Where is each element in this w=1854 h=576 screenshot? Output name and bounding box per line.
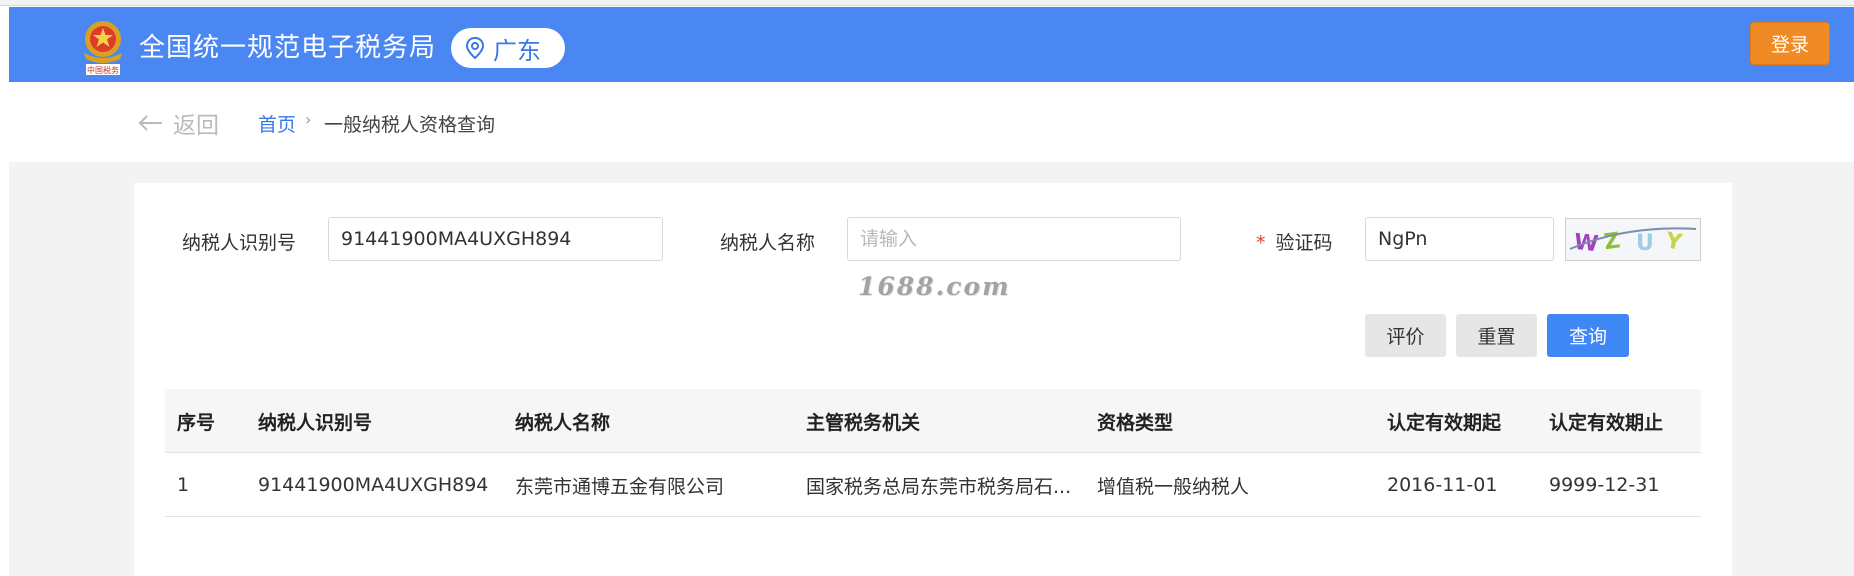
table-cell-taxpayer-name: 东莞市通博五金有限公司 <box>515 475 725 498</box>
column-header: 纳税人识别号 <box>258 411 373 434</box>
table-cell-valid-to: 9999-12-31 <box>1549 474 1660 496</box>
breadcrumb-current-page: 一般纳税人资格查询 <box>324 114 496 136</box>
reset-button[interactable]: 重置 <box>1456 314 1537 357</box>
required-star: * <box>1256 232 1266 254</box>
arrow-left-icon <box>138 115 162 131</box>
top-header: 中国税务 全国统一规范电子税务局 广东 登录 <box>9 7 1854 82</box>
location-pin-icon <box>465 37 485 59</box>
column-header: 认定有效期起 <box>1387 411 1502 434</box>
table-cell-index: 1 <box>177 474 190 496</box>
breadcrumb-home-link[interactable]: 首页 <box>258 110 296 137</box>
breadcrumb-separator: › <box>305 110 312 129</box>
app-title: 全国统一规范电子税务局 <box>139 33 437 63</box>
evaluate-button[interactable]: 评价 <box>1365 314 1446 357</box>
svg-text:Y: Y <box>1663 228 1685 256</box>
table-cell-qualification-type: 增值税一般纳税人 <box>1097 475 1250 498</box>
taxpayer-id-input[interactable] <box>328 217 663 261</box>
svg-text:U: U <box>1636 231 1654 256</box>
back-label: 返回 <box>173 113 219 139</box>
svg-text:中国税务: 中国税务 <box>87 65 119 75</box>
tax-emblem-icon: 中国税务 <box>84 21 122 75</box>
back-button[interactable]: 返回 <box>137 106 219 140</box>
table-cell-valid-from: 2016-11-01 <box>1387 474 1498 496</box>
login-button[interactable]: 登录 <box>1750 22 1830 65</box>
query-button[interactable]: 查询 <box>1547 314 1629 357</box>
region-name: 广东 <box>493 36 541 65</box>
table-header-row: 序号 纳税人识别号 纳税人名称 主管税务机关 资格类型 认定有效期起 认定有效期… <box>165 389 1701 453</box>
table-cell-tax-authority: 国家税务总局东莞市税务局石... <box>806 475 1072 498</box>
column-header: 主管税务机关 <box>806 411 921 434</box>
taxpayer-name-label: 纳税人名称 <box>720 232 816 254</box>
browser-top-edge <box>0 0 1854 6</box>
results-table: 序号 纳税人识别号 纳税人名称 主管税务机关 资格类型 认定有效期起 认定有效期… <box>165 389 1701 517</box>
table-row[interactable]: 1 91441900MA4UXGH894 东莞市通博五金有限公司 国家税务总局东… <box>165 453 1701 517</box>
column-header: 资格类型 <box>1097 411 1174 434</box>
svg-text:Z: Z <box>1602 228 1621 255</box>
captcha-label-text: 验证码 <box>1275 232 1333 254</box>
captcha-image[interactable]: W Z U Y <box>1565 218 1701 261</box>
taxpayer-name-input[interactable] <box>847 217 1181 261</box>
captcha-label: * 验证码 <box>1256 228 1333 255</box>
column-header: 认定有效期止 <box>1549 411 1664 434</box>
taxpayer-id-label: 纳税人识别号 <box>182 232 297 254</box>
table-cell-taxpayer-id: 91441900MA4UXGH894 <box>258 474 489 496</box>
captcha-glyphs: W Z U Y <box>1569 227 1697 257</box>
breadcrumb-bar: 返回 首页 › 一般纳税人资格查询 <box>9 82 1854 162</box>
captcha-input[interactable] <box>1365 217 1554 261</box>
column-header: 纳税人名称 <box>515 411 611 434</box>
column-header: 序号 <box>177 411 216 434</box>
region-selector[interactable]: 广东 <box>451 28 565 68</box>
watermark: 1688.com <box>858 272 1011 301</box>
